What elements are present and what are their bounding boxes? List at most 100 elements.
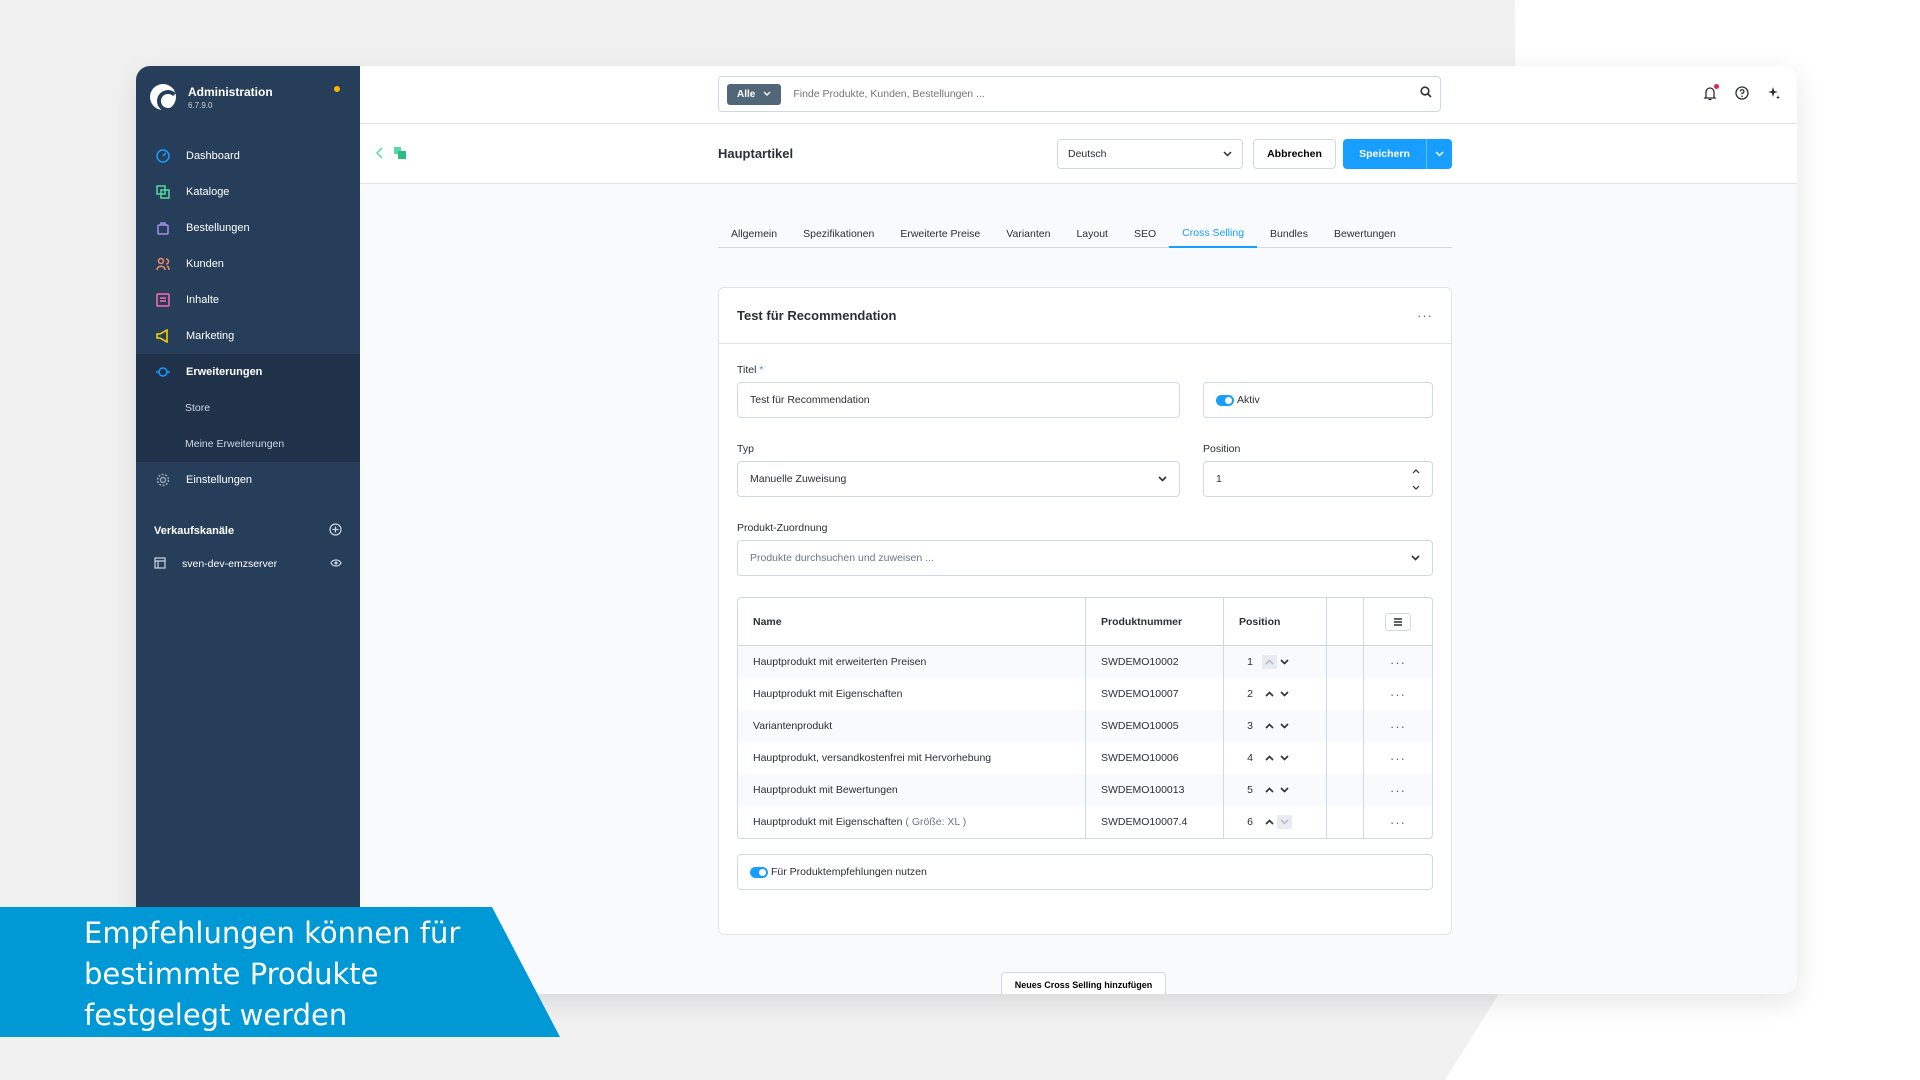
row-more-options-icon[interactable]: ··· — [1390, 751, 1406, 766]
language-select[interactable]: Deutsch — [1057, 139, 1243, 169]
sparkle-ai-icon[interactable] — [1765, 84, 1783, 102]
product-number-cell: SWDEMO10006 — [1086, 742, 1224, 774]
tab-bundles[interactable]: Bundles — [1257, 220, 1321, 248]
move-down-icon[interactable] — [1277, 751, 1292, 765]
product-number-cell: SWDEMO10005 — [1086, 710, 1224, 742]
row-spacer — [1327, 710, 1364, 742]
notification-badge — [1714, 84, 1719, 89]
language-value: Deutsch — [1068, 148, 1107, 160]
update-indicator-dot — [334, 86, 340, 92]
tab-spezifikationen[interactable]: Spezifikationen — [790, 220, 887, 248]
caption-text: Empfehlungen können für bestimmte Produk… — [84, 916, 461, 1032]
tab-varianten[interactable]: Varianten — [993, 220, 1063, 248]
tab-erweiterte-preise[interactable]: Erweiterte Preise — [887, 220, 993, 248]
row-more-options-icon[interactable]: ··· — [1390, 815, 1406, 830]
sidebar-item-einstellungen[interactable]: Einstellungen — [136, 462, 360, 498]
active-toggle-field[interactable]: Aktiv — [1203, 382, 1433, 418]
eye-icon[interactable] — [330, 558, 342, 571]
table-row[interactable]: Hauptprodukt mit Bewertungen SWDEMO100013… — [738, 774, 1432, 806]
sales-channel-label: sven-dev-emzserver — [182, 558, 278, 570]
sidebar-item-erweiterungen[interactable]: Erweiterungen — [136, 354, 360, 390]
app-version: 6.7.9.0 — [188, 100, 213, 110]
type-select[interactable]: Manuelle Zuweisung — [737, 461, 1180, 497]
move-up-icon[interactable] — [1262, 815, 1277, 829]
table-row[interactable]: Hauptprodukt, versandkostenfrei mit Herv… — [738, 742, 1432, 774]
table-row[interactable]: Hauptprodukt mit Eigenschaften SWDEMO1000… — [738, 678, 1432, 710]
column-header-product-number[interactable]: Produktnummer — [1086, 598, 1224, 645]
row-more-options-icon[interactable]: ··· — [1390, 655, 1406, 670]
tab-allgemein[interactable]: Allgemein — [718, 220, 790, 248]
sidebar-subitem-store[interactable]: Store — [136, 390, 360, 426]
sidebar-item-marketing[interactable]: Marketing — [136, 318, 360, 354]
column-settings-menu-icon[interactable] — [1385, 612, 1411, 631]
row-more-options-icon[interactable]: ··· — [1390, 687, 1406, 702]
move-up-icon[interactable] — [1262, 783, 1277, 797]
add-sales-channel-icon[interactable] — [329, 523, 342, 539]
title-label-text: Titel — [737, 364, 757, 376]
active-toggle-switch[interactable] — [1216, 394, 1234, 406]
row-actions-cell: ··· — [1364, 678, 1432, 710]
admin-window: Administration 6.7.9.0 Dashboard Katalog… — [136, 66, 1797, 994]
more-options-icon[interactable]: ··· — [1417, 308, 1433, 323]
chevron-left-icon[interactable] — [375, 146, 384, 164]
product-name-cell: Hauptprodukt mit Bewertungen — [738, 774, 1086, 806]
sidebar: Administration 6.7.9.0 Dashboard Katalog… — [136, 66, 360, 994]
help-icon[interactable] — [1733, 84, 1751, 102]
sidebar-item-inhalte[interactable]: Inhalte — [136, 282, 360, 318]
search-scope-select[interactable]: Alle — [727, 83, 782, 105]
recommendation-toggle-field[interactable]: Für Produktempfehlungen nutzen — [737, 854, 1433, 890]
chevron-down-icon[interactable] — [1412, 481, 1420, 493]
table-row[interactable]: Hauptprodukt mit Eigenschaften( Größe: X… — [738, 806, 1432, 838]
move-down-icon[interactable] — [1277, 783, 1292, 797]
product-number-cell: SWDEMO100013 — [1086, 774, 1224, 806]
position-input-value: 1 — [1216, 473, 1222, 485]
sidebar-header[interactable]: Administration 6.7.9.0 — [136, 66, 360, 128]
sidebar-item-dashboard[interactable]: Dashboard — [136, 138, 360, 174]
move-up-icon[interactable] — [1262, 687, 1277, 701]
chevron-down-icon — [763, 89, 771, 100]
sales-channel-item[interactable]: sven-dev-emzserver — [136, 546, 360, 582]
chevron-down-icon — [1411, 552, 1420, 564]
chevron-up-icon[interactable] — [1412, 465, 1420, 477]
sidebar-item-label: Kataloge — [186, 186, 230, 198]
tab-seo[interactable]: SEO — [1121, 220, 1169, 248]
product-tabs: Allgemein Spezifikationen Erweiterte Pre… — [718, 220, 1452, 248]
sidebar-item-kataloge[interactable]: Kataloge — [136, 174, 360, 210]
search-icon[interactable] — [1420, 85, 1432, 103]
move-down-icon[interactable] — [1277, 655, 1292, 669]
move-up-icon[interactable] — [1262, 719, 1277, 733]
column-header-name[interactable]: Name — [738, 598, 1086, 645]
add-cross-selling-button[interactable]: Neues Cross Selling hinzufügen — [1001, 972, 1166, 994]
position-value: 1 — [1247, 656, 1253, 668]
table-row[interactable]: Hauptprodukt mit erweiterten Preisen SWDE… — [738, 646, 1432, 678]
type-select-value: Manuelle Zuweisung — [750, 473, 847, 485]
cancel-button[interactable]: Abbrechen — [1253, 139, 1336, 169]
move-up-icon[interactable] — [1262, 751, 1277, 765]
row-more-options-icon[interactable]: ··· — [1390, 719, 1406, 734]
save-button[interactable]: Speichern — [1343, 139, 1452, 169]
sidebar-subitem-meine-erweiterungen[interactable]: Meine Erweiterungen — [136, 426, 360, 462]
tab-cross-selling[interactable]: Cross Selling — [1169, 220, 1258, 248]
move-down-icon[interactable] — [1277, 687, 1292, 701]
row-actions-cell: ··· — [1364, 742, 1432, 774]
bell-icon[interactable] — [1701, 84, 1719, 102]
title-input[interactable]: Test für Recommendation — [737, 382, 1180, 418]
position-number-input[interactable]: 1 — [1203, 461, 1433, 497]
search-input[interactable] — [793, 88, 1420, 100]
tab-bewertungen[interactable]: Bewertungen — [1321, 220, 1409, 248]
row-more-options-icon[interactable]: ··· — [1390, 783, 1406, 798]
position-value: 3 — [1247, 720, 1253, 732]
content-icon — [154, 291, 172, 309]
catalog-icon — [154, 183, 172, 201]
customers-icon — [154, 255, 172, 273]
recommendation-toggle-switch[interactable] — [750, 866, 768, 878]
sidebar-item-bestellungen[interactable]: Bestellungen — [136, 210, 360, 246]
column-header-position[interactable]: Position — [1224, 598, 1327, 645]
table-row[interactable]: Variantenprodukt SWDEMO10005 3 ··· — [738, 710, 1432, 742]
shopping-bag-icon — [154, 219, 172, 237]
save-options-chevron-icon[interactable] — [1426, 139, 1452, 169]
sidebar-item-kunden[interactable]: Kunden — [136, 246, 360, 282]
tab-layout[interactable]: Layout — [1063, 220, 1121, 248]
move-down-icon[interactable] — [1277, 719, 1292, 733]
product-assignment-select[interactable]: Produkte durchsuchen und zuweisen ... — [737, 540, 1433, 576]
